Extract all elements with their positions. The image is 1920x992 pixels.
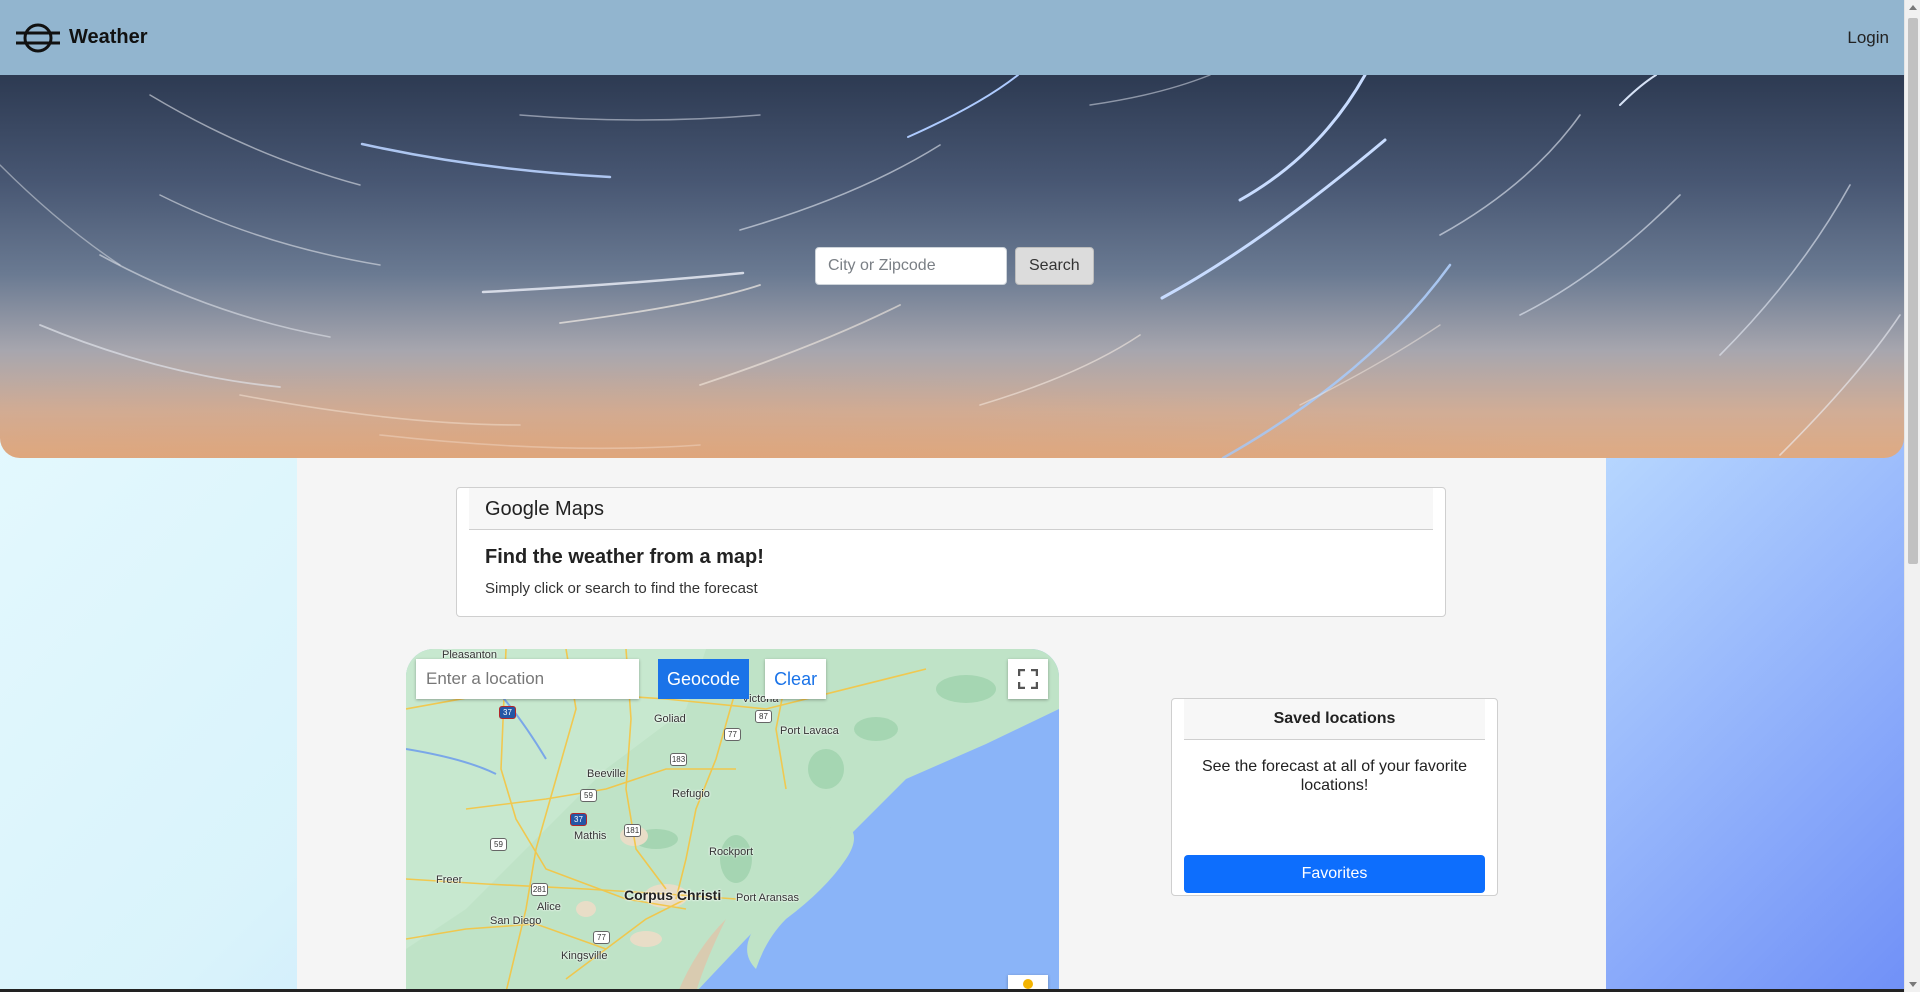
brand-link[interactable]: Weather [15, 21, 148, 55]
map-search-controls: Geocode Clear [416, 659, 827, 699]
highway-shield: 59 [490, 838, 507, 851]
saved-locations-card: Saved locations See the forecast at all … [1171, 698, 1498, 896]
planet-ring-logo-icon [16, 23, 60, 52]
google-map[interactable]: Pleasanton Victoria Goliad Port Lavaca B… [406, 649, 1059, 992]
brand-name: Weather [69, 26, 148, 48]
city-search-form: Search [815, 247, 1094, 285]
highway-shield: 77 [724, 728, 741, 741]
map-label-mathis: Mathis [574, 830, 607, 842]
favorites-button[interactable]: Favorites [1184, 855, 1485, 893]
scroll-up-icon[interactable] [1909, 5, 1917, 10]
pegman-icon [1023, 979, 1033, 989]
scroll-down-icon[interactable] [1909, 982, 1917, 987]
location-input[interactable] [416, 659, 639, 699]
main-content: Google Maps Find the weather from a map!… [297, 458, 1606, 992]
saved-locations-text: See the forecast at all of your favorite… [1201, 758, 1468, 794]
saved-locations-header: Saved locations [1184, 699, 1485, 740]
clear-button[interactable]: Clear [765, 659, 827, 699]
map-label-kingsville: Kingsville [561, 950, 608, 962]
map-label-alice: Alice [537, 901, 561, 913]
map-label-beeville: Beeville [587, 768, 626, 780]
login-link[interactable]: Login [1847, 28, 1889, 48]
map-label-refugio: Refugio [672, 788, 710, 800]
highway-shield: 183 [670, 753, 687, 766]
highway-shield: 37 [570, 813, 587, 826]
map-label-port-aransas: Port Aransas [736, 892, 799, 904]
map-label-rockport: Rockport [709, 846, 754, 858]
map-fullscreen-button[interactable] [1008, 659, 1048, 699]
hero-banner: Search [0, 75, 1904, 458]
map-label-port-lavaca: Port Lavaca [780, 725, 839, 737]
city-search-input[interactable] [815, 247, 1007, 285]
search-button[interactable]: Search [1015, 247, 1094, 285]
geocode-button[interactable]: Geocode [658, 659, 750, 699]
maps-card-header: Google Maps [469, 488, 1433, 530]
scrollbar-thumb[interactable] [1908, 18, 1918, 564]
highway-shield: 37 [499, 706, 516, 719]
navbar: Weather Login [0, 0, 1904, 75]
highway-shield: 77 [593, 931, 610, 944]
fullscreen-icon [1018, 669, 1038, 689]
map-label-san-diego: San Diego [490, 915, 542, 927]
page-scrollbar[interactable] [1904, 0, 1920, 992]
highway-shield: 87 [755, 710, 772, 723]
google-maps-card: Google Maps Find the weather from a map!… [456, 487, 1446, 617]
highway-shield: 181 [624, 824, 641, 837]
map-label-corpus-christi: Corpus Christi [624, 887, 722, 903]
maps-card-title: Find the weather from a map! [485, 546, 764, 568]
map-label-goliad: Goliad [654, 713, 686, 725]
highway-shield: 59 [580, 789, 597, 802]
highway-shield: 281 [531, 883, 548, 896]
map-tiles [406, 649, 1059, 992]
maps-card-text: Simply click or search to find the forec… [485, 580, 758, 597]
map-label-freer: Freer [436, 874, 463, 886]
